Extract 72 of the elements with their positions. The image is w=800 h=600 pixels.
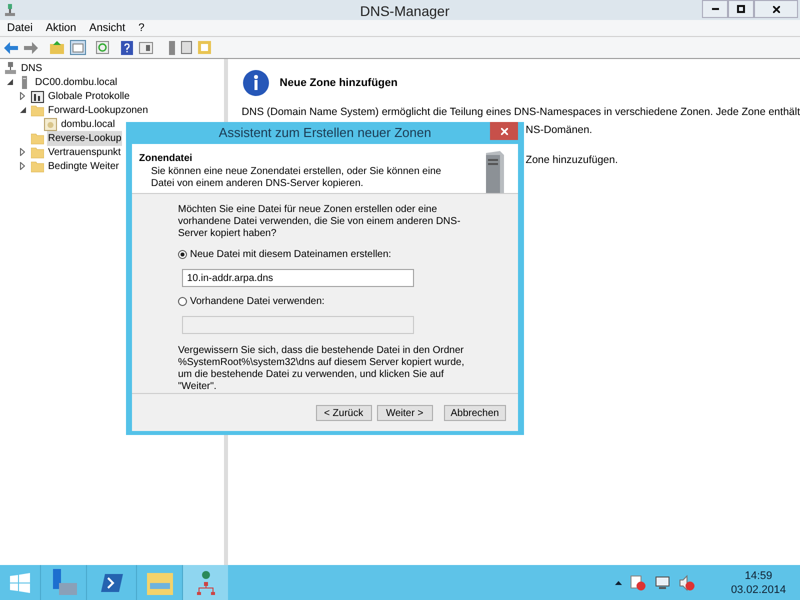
network-icon xyxy=(196,570,214,596)
folder-icon xyxy=(31,104,44,116)
document-icon[interactable] xyxy=(181,41,192,54)
radio-button[interactable] xyxy=(178,297,187,306)
powershell-icon xyxy=(100,574,122,592)
forward-arrow-icon[interactable] xyxy=(24,42,38,54)
panel-icon[interactable] xyxy=(139,42,153,54)
menu-item[interactable]: Datei xyxy=(7,20,33,36)
page-heading: Zonendatei xyxy=(139,152,194,166)
tree-item[interactable]: Globale Protokolle xyxy=(47,88,131,104)
radio-button[interactable] xyxy=(178,250,187,259)
log-icon xyxy=(31,90,44,102)
dns-icon xyxy=(4,62,17,74)
taskbar-icon[interactable] xyxy=(182,565,228,600)
close-button[interactable] xyxy=(754,0,798,18)
menu-item[interactable]: Ansicht xyxy=(89,20,126,36)
folder-up-icon[interactable] xyxy=(50,41,64,54)
tree-item[interactable]: DNS xyxy=(20,60,44,76)
radio-label[interactable]: Neue Datei mit diesem Dateinamen erstellen: xyxy=(190,247,392,262)
console-tree-icon[interactable] xyxy=(70,40,86,55)
flag-error-icon[interactable] xyxy=(630,574,646,590)
tree-item[interactable]: DC00.dombu.local xyxy=(34,74,118,90)
server-manager-icon xyxy=(50,568,76,596)
collapse-arrow-icon[interactable] xyxy=(20,107,26,113)
folder-icon xyxy=(31,160,44,172)
folder-icon xyxy=(146,570,172,594)
tree-item[interactable]: Forward-Lookupzonen xyxy=(47,102,150,118)
refresh-icon[interactable] xyxy=(96,41,109,54)
folder-icon xyxy=(31,146,44,158)
clock-time: 14:59 xyxy=(744,568,772,582)
info-text: NS-Domänen. xyxy=(526,122,594,138)
tree-item[interactable]: Reverse-Lookup xyxy=(47,130,122,146)
server-icon[interactable] xyxy=(169,40,175,54)
radio-label[interactable]: Vorhandene Datei verwenden: xyxy=(190,294,325,309)
speaker-error-icon[interactable] xyxy=(678,574,695,590)
windows-logo-icon xyxy=(10,572,30,592)
show-hidden-icons-icon[interactable] xyxy=(614,580,622,584)
expand-arrow-icon[interactable] xyxy=(20,92,25,100)
tree-item[interactable]: Bedingte Weiter xyxy=(47,158,120,174)
folder-icon xyxy=(31,132,44,144)
collapse-arrow-icon[interactable] xyxy=(7,79,13,85)
restore-button[interactable] xyxy=(728,0,754,18)
page-description: Sie können eine neue Zonendatei erstellen, oder Sie können eine Datei von einem anderen DNS-Server kopieren. xyxy=(150,166,442,190)
back-arrow-icon[interactable] xyxy=(4,42,18,54)
minimize-button[interactable] xyxy=(702,0,728,18)
info-text: DNS (Domain Name System) ermöglicht die Teilung eines DNS-Namespaces in verschiedene Zonen. Jede Zone enthält xyxy=(242,105,800,120)
close-icon xyxy=(500,128,508,134)
dialog-button[interactable]: Weiter > xyxy=(376,404,433,420)
restore-icon xyxy=(737,5,745,13)
network-error-icon[interactable] xyxy=(654,574,671,590)
expand-arrow-icon[interactable] xyxy=(20,162,25,170)
expand-arrow-icon[interactable] xyxy=(20,148,25,156)
note-text: Vergewissern Sie sich, dass die bestehende Datei in den Ordner %SystemRoot%\system32\dns auf diesem Server kopiert wurde, um die bestehende Datei zu verwenden, und klicken Sie auf "Weiter". xyxy=(178,345,466,393)
clock-date: 03.02.2014 xyxy=(730,582,786,596)
menu-item[interactable]: ? xyxy=(138,20,144,36)
filename-field[interactable]: 10.in-addr.arpa.dns xyxy=(182,269,414,287)
info-heading: Neue Zone hinzufügen xyxy=(280,76,398,91)
dialog-button[interactable]: Abbrechen xyxy=(444,404,506,420)
info-text: Zone hinzuzufügen. xyxy=(526,152,619,168)
minimize-icon xyxy=(712,8,718,10)
tree-item[interactable]: Vertrauenspunkt xyxy=(47,144,122,160)
window-title: DNS-Manager xyxy=(360,2,450,21)
dialog-button[interactable]: < Zurück xyxy=(316,404,372,420)
help-icon[interactable] xyxy=(121,40,133,54)
menu-item[interactable]: Aktion xyxy=(46,20,76,36)
question-text: Möchten Sie eine Datei für neue Zonen erstellen oder eine vorhandene Datei verwenden, die Sie von einem anderen DNS-Server kopiert haben? xyxy=(178,204,462,240)
tree-item[interactable]: dombu.local xyxy=(60,116,116,132)
close-icon xyxy=(772,6,780,12)
network-icon xyxy=(4,4,16,16)
info-icon xyxy=(242,69,270,97)
zone-icon xyxy=(44,118,57,130)
dialog-title: Assistent zum Erstellen neuer Zonen xyxy=(218,124,432,142)
